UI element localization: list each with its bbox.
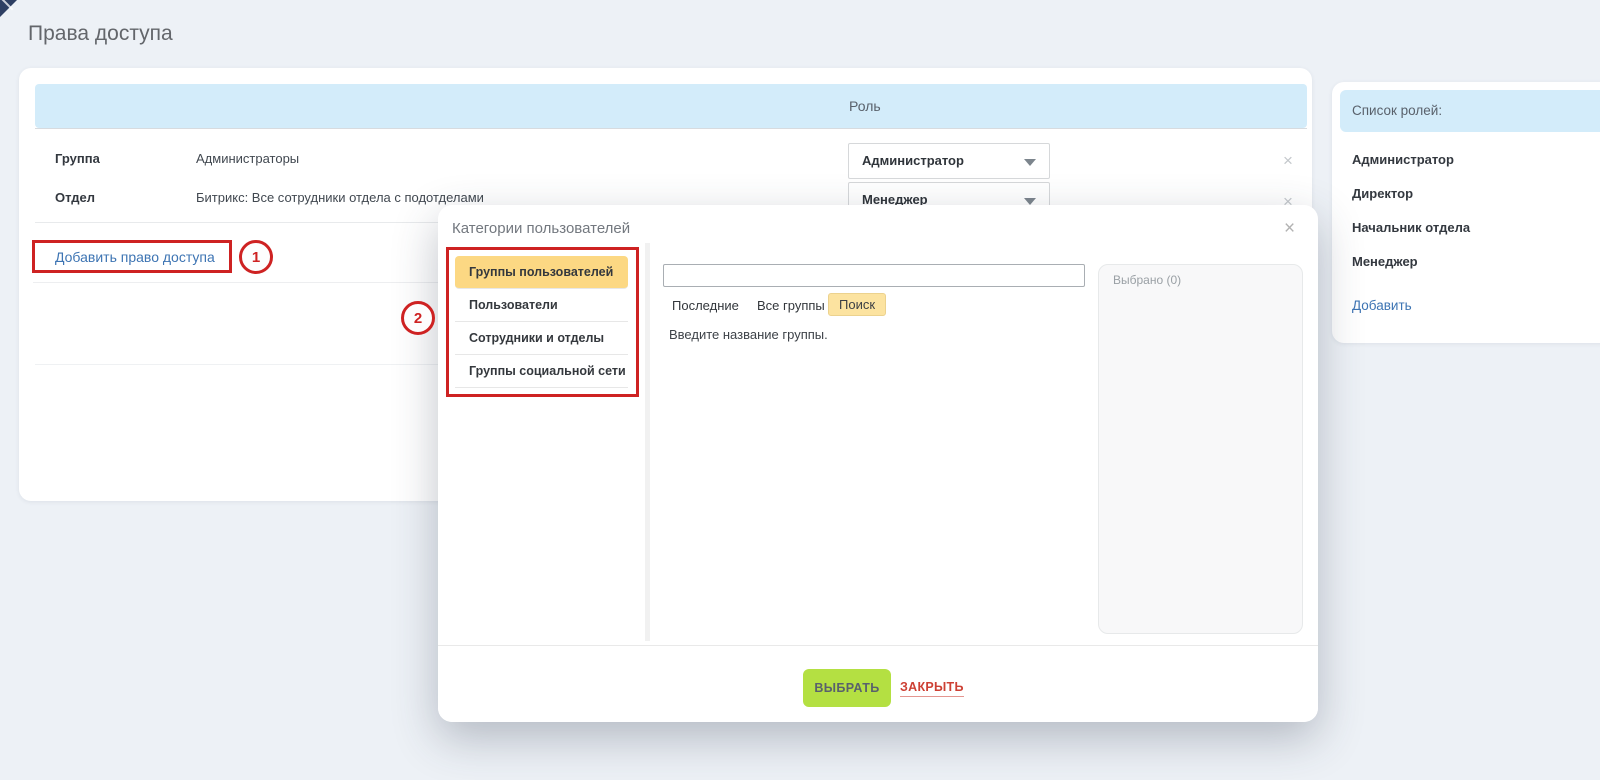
annotation-rect-add-link [32, 240, 232, 273]
role-list-item[interactable]: Менеджер [1352, 254, 1418, 269]
selected-items-panel: Выбрано (0) [1098, 264, 1303, 634]
search-hint-text: Введите название группы. [669, 327, 828, 342]
page-root: Права доступа Роль Группа Администраторы… [0, 0, 1600, 780]
tab-all-groups[interactable]: Все группы [757, 298, 825, 313]
roles-header-band: Список ролей: [1340, 90, 1600, 132]
page-title: Права доступа [28, 22, 173, 46]
chevron-down-icon [1024, 159, 1036, 166]
row-subject-value: Битрикс: Все сотрудники отдела с подотде… [196, 190, 484, 205]
tab-search[interactable]: Поиск [828, 293, 886, 316]
role-column-header: Роль [849, 98, 881, 114]
annotation-step-2: 2 [401, 301, 435, 335]
modal-title: Категории пользователей [452, 220, 630, 237]
role-list-item[interactable]: Директор [1352, 186, 1413, 201]
remove-row-icon[interactable]: × [1283, 152, 1293, 169]
tab-recent[interactable]: Последние [672, 298, 739, 313]
role-dropdown-value: Администратор [862, 153, 964, 168]
table-header-band: Роль [35, 84, 1307, 128]
close-button[interactable]: ЗАКРЫТЬ [900, 680, 964, 697]
close-icon[interactable]: × [1284, 219, 1295, 238]
add-role-link[interactable]: Добавить [1352, 298, 1412, 313]
role-list-item[interactable]: Администратор [1352, 152, 1454, 167]
row-type-label: Группа [55, 151, 100, 166]
row-subject-value: Администраторы [196, 151, 299, 166]
selected-count-label: Выбрано (0) [1113, 273, 1181, 287]
logo-corner-icon [0, 0, 17, 17]
roles-list-title: Список ролей: [1352, 103, 1442, 118]
menu-content-divider [645, 243, 650, 641]
annotation-step-1: 1 [239, 240, 273, 274]
role-list-item[interactable]: Начальник отдела [1352, 220, 1470, 235]
row-type-label: Отдел [55, 190, 95, 205]
header-divider [35, 128, 1307, 129]
role-dropdown[interactable]: Администратор [848, 143, 1050, 179]
modal-footer: ВЫБРАТЬ ЗАКРЫТЬ [438, 645, 1318, 722]
chevron-down-icon [1024, 198, 1036, 205]
annotation-rect-menu [446, 247, 639, 397]
group-search-input[interactable] [663, 264, 1085, 287]
roles-list-card: Список ролей: Администратор Директор Нач… [1332, 82, 1600, 343]
select-button[interactable]: ВЫБРАТЬ [803, 669, 891, 707]
